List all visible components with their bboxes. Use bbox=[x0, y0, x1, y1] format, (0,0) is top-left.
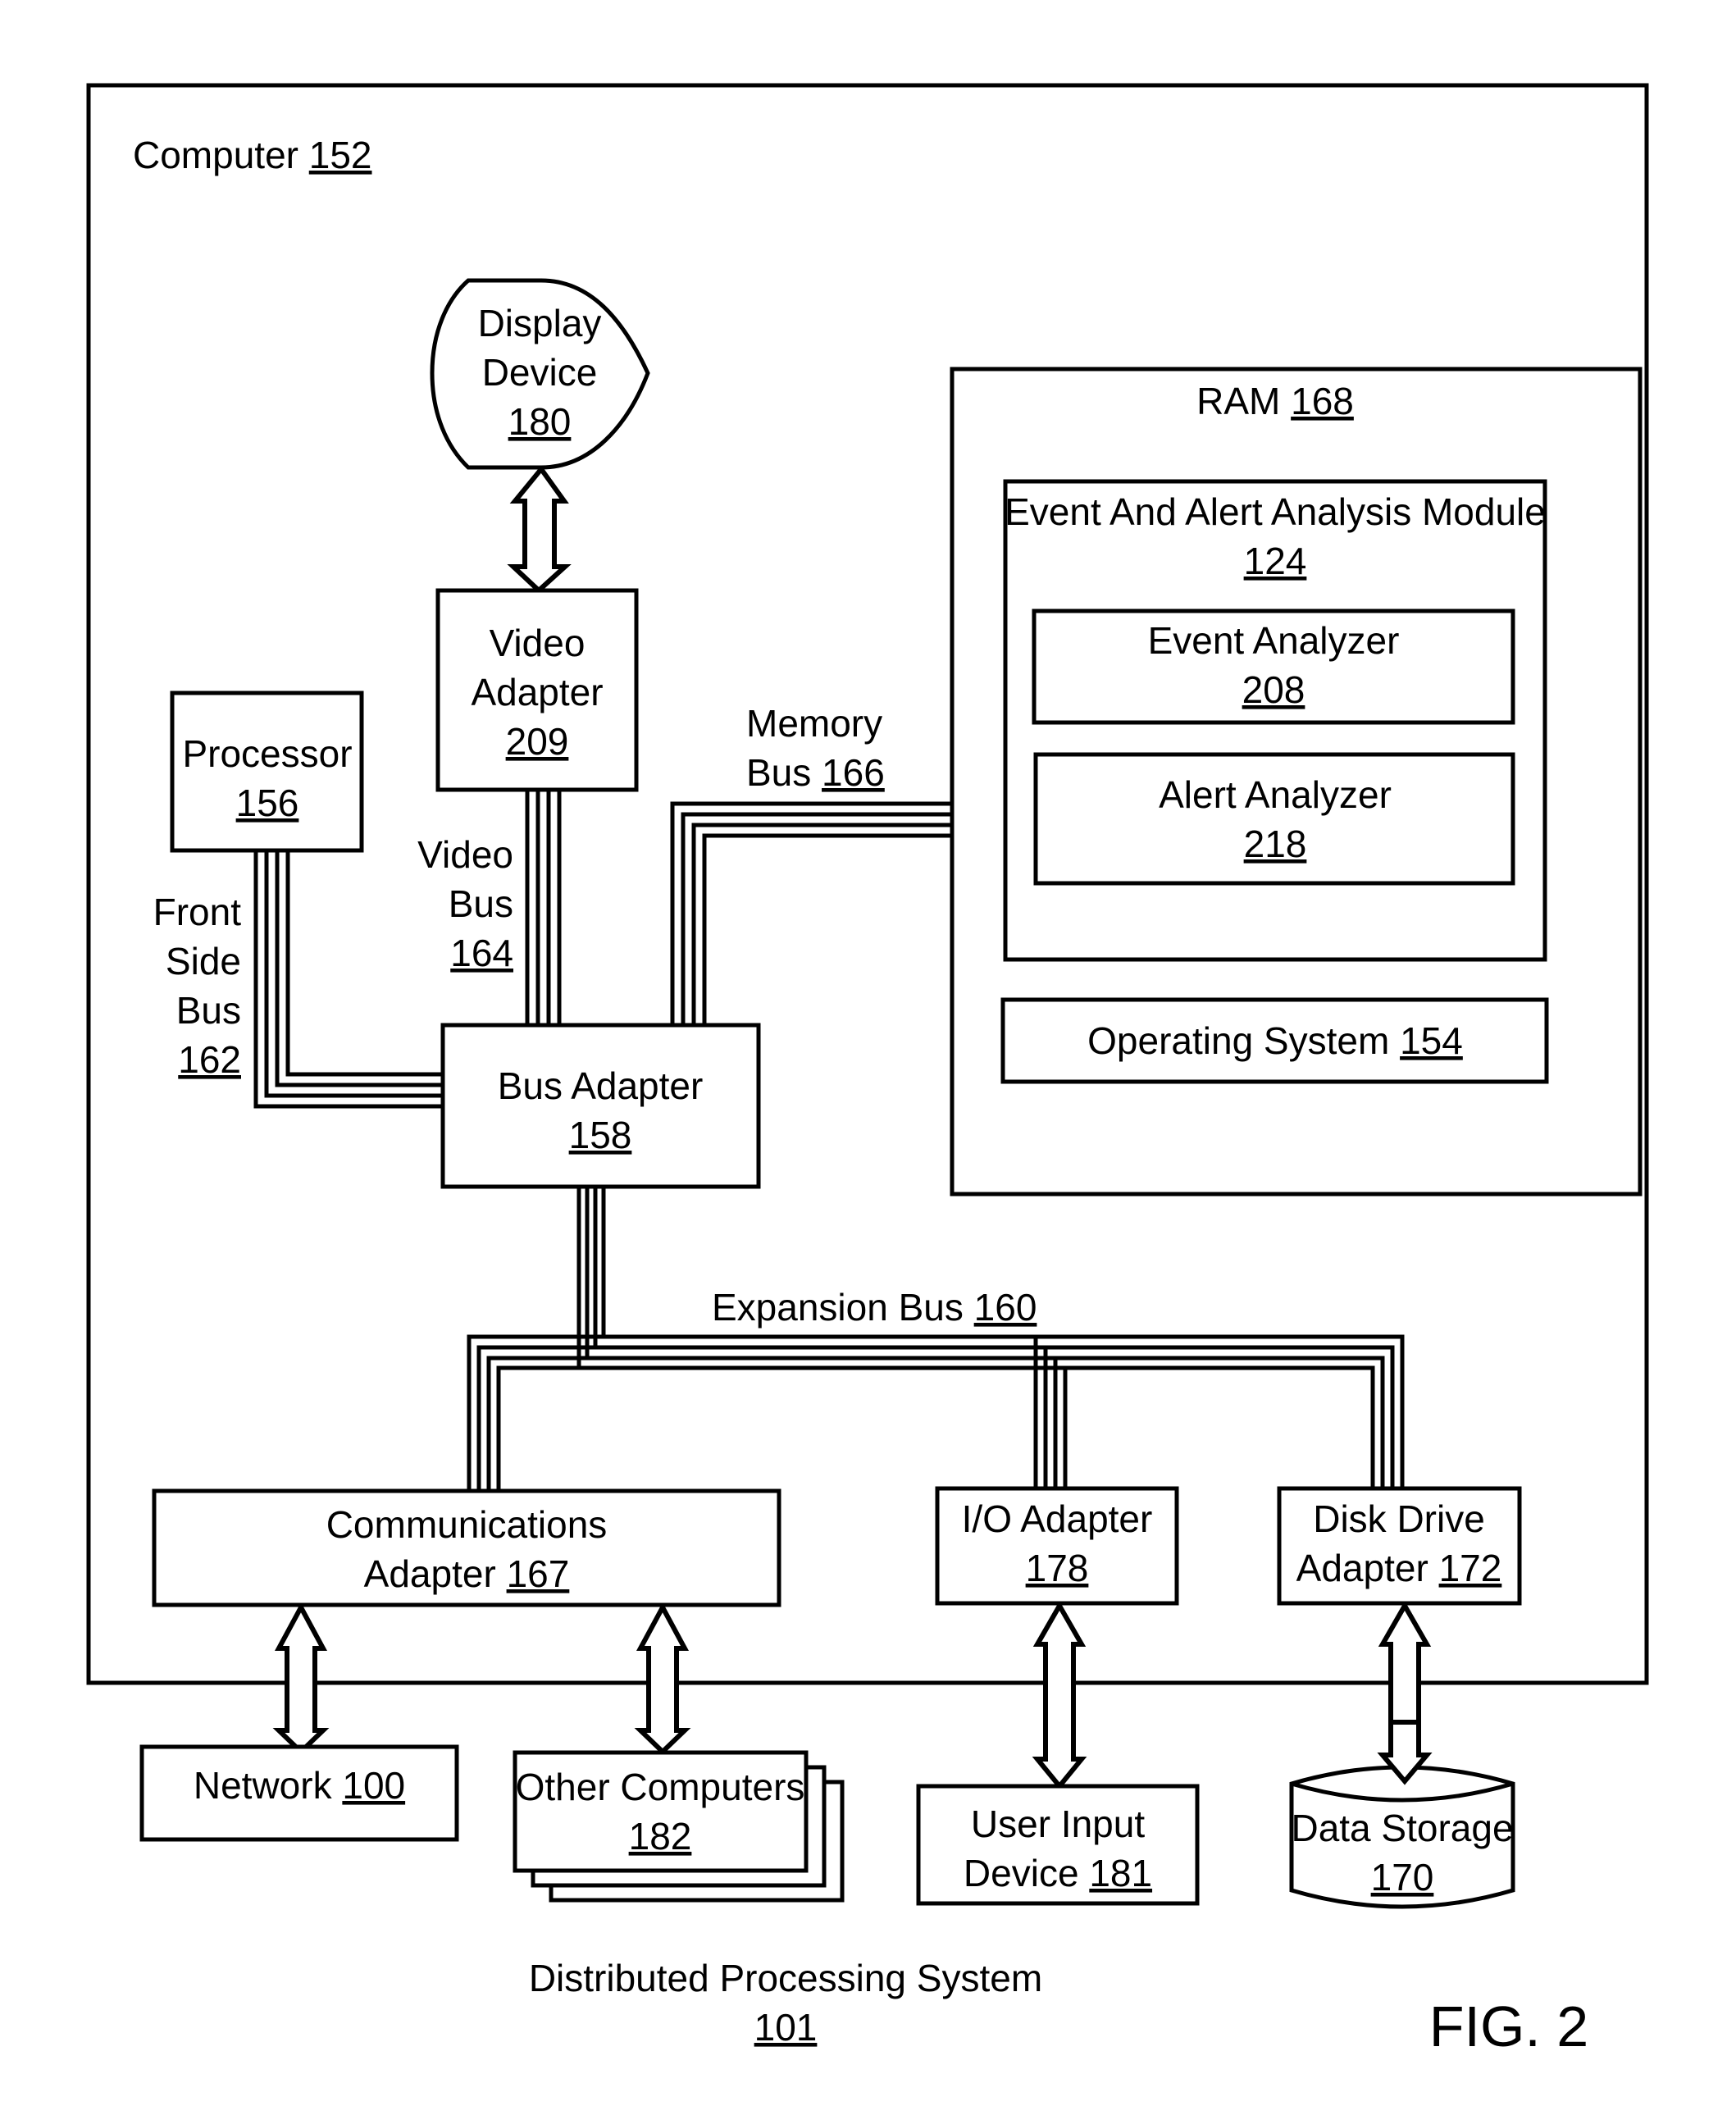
operating-system: Operating System 154 bbox=[1000, 997, 1549, 1084]
block-diagram: Computer 152 Display Device 180 Video Ad… bbox=[86, 83, 1649, 2058]
svg-text:Bus: Bus bbox=[176, 989, 241, 1032]
disk-drive-adapter: Disk Drive Adapter 172 bbox=[1277, 1486, 1522, 1606]
system-caption: Distributed Processing System 101 bbox=[529, 1957, 1042, 2049]
event-analyzer: Event Analyzer 208 bbox=[1032, 609, 1515, 725]
io-adapter-label: I/O Adapter bbox=[962, 1497, 1153, 1540]
other-computers-label: Other Computers bbox=[516, 1766, 805, 1808]
alert-analyzer: Alert Analyzer 218 bbox=[1033, 752, 1515, 886]
expansion-bus-label: Expansion Bus 160 bbox=[712, 1286, 1037, 1329]
arrow-io-user-input bbox=[1032, 1600, 1087, 1790]
video-adapter-label-2: Adapter bbox=[471, 671, 603, 713]
communications-adapter: Communications Adapter 167 bbox=[152, 1488, 781, 1607]
svg-text:Memory: Memory bbox=[746, 702, 882, 745]
display-device-ref: 180 bbox=[508, 400, 572, 443]
user-input-device-label-2: Device 181 bbox=[964, 1852, 1152, 1894]
event-analyzer-label: Event Analyzer bbox=[1148, 619, 1400, 662]
bus-adapter-label: Bus Adapter bbox=[498, 1064, 704, 1107]
video-adapter-ref: 209 bbox=[506, 720, 569, 763]
analysis-module-ref: 124 bbox=[1244, 540, 1307, 582]
operating-system-label: Operating System 154 bbox=[1087, 1019, 1463, 1062]
svg-text:Side: Side bbox=[166, 940, 241, 982]
network: Network 100 bbox=[139, 1744, 459, 1842]
ram-label: RAM 168 bbox=[1196, 380, 1354, 422]
data-storage: Data Storage 170 bbox=[1289, 1720, 1515, 1909]
disk-drive-adapter-label: Disk Drive bbox=[1313, 1497, 1485, 1540]
system-ref: 101 bbox=[754, 2006, 818, 2049]
svg-text:Bus: Bus bbox=[449, 882, 513, 925]
display-device-label: Display bbox=[478, 302, 602, 344]
svg-text:Video: Video bbox=[417, 833, 513, 876]
network-label: Network 100 bbox=[194, 1764, 405, 1807]
bus-adapter: Bus Adapter 158 bbox=[440, 1023, 761, 1189]
system-name: Distributed Processing System bbox=[529, 1957, 1042, 1999]
svg-text:Bus 166: Bus 166 bbox=[746, 751, 885, 794]
analysis-module-label: Event And Alert Analysis Module bbox=[1005, 490, 1546, 533]
video-adapter-label: Video bbox=[490, 622, 586, 664]
display-device-label-2: Device bbox=[482, 351, 598, 394]
alert-analyzer-label: Alert Analyzer bbox=[1159, 773, 1392, 816]
bus-adapter-ref: 158 bbox=[569, 1114, 632, 1156]
video-adapter: Video Adapter 209 bbox=[435, 588, 639, 792]
svg-text:164: 164 bbox=[450, 932, 513, 974]
computer-label: Computer 152 bbox=[133, 134, 372, 176]
disk-drive-adapter-label-2: Adapter 172 bbox=[1296, 1547, 1502, 1589]
communications-adapter-label-2: Adapter 167 bbox=[364, 1552, 570, 1595]
communications-adapter-label: Communications bbox=[326, 1503, 608, 1546]
analysis-module: Event And Alert Analysis Module 124 Even… bbox=[1003, 479, 1547, 962]
user-input-device: User Input Device 181 bbox=[916, 1784, 1200, 1906]
svg-text:162: 162 bbox=[178, 1038, 241, 1081]
processor: Processor 156 bbox=[170, 691, 364, 853]
user-input-device-label: User Input bbox=[971, 1803, 1145, 1845]
io-adapter: I/O Adapter 178 bbox=[935, 1486, 1179, 1606]
processor-label: Processor bbox=[182, 732, 352, 775]
other-computers: Other Computers 182 bbox=[513, 1750, 845, 1903]
event-analyzer-ref: 208 bbox=[1242, 668, 1305, 711]
data-storage-label: Data Storage bbox=[1291, 1807, 1513, 1849]
svg-text:Front: Front bbox=[153, 891, 242, 933]
data-storage-ref: 170 bbox=[1371, 1856, 1434, 1898]
figure-label: FIG. 2 bbox=[1429, 1994, 1588, 2058]
ram: RAM 168 Event And Alert Analysis Module … bbox=[950, 367, 1643, 1197]
svg-text:Expansion Bus 160: Expansion Bus 160 bbox=[712, 1286, 1037, 1329]
alert-analyzer-ref: 218 bbox=[1244, 823, 1307, 865]
processor-ref: 156 bbox=[236, 782, 299, 824]
other-computers-ref: 182 bbox=[629, 1815, 692, 1857]
io-adapter-ref: 178 bbox=[1026, 1547, 1089, 1589]
